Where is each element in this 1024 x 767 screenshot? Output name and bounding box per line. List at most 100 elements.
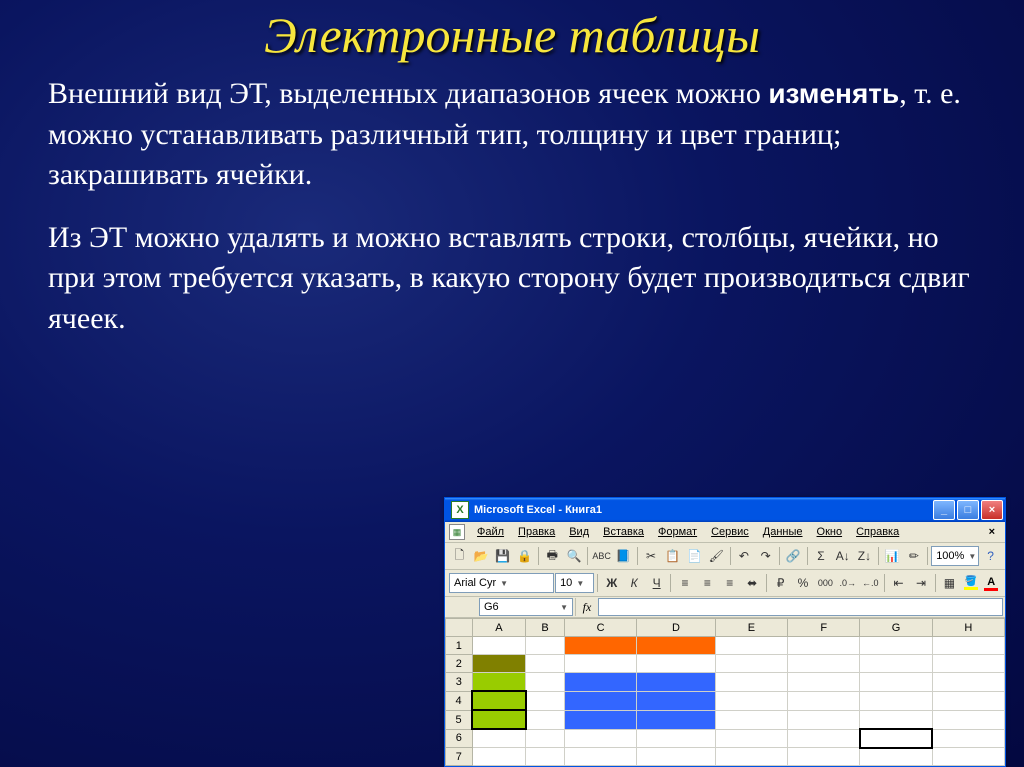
autosum-icon[interactable]: Σ xyxy=(811,545,832,567)
col-header-F[interactable]: F xyxy=(788,619,860,637)
increase-decimal-icon[interactable]: .0→ xyxy=(837,572,858,594)
menu-view[interactable]: Вид xyxy=(563,525,595,539)
cell[interactable] xyxy=(637,691,716,710)
row-header-4[interactable]: 4 xyxy=(446,691,473,710)
cell[interactable] xyxy=(932,655,1004,673)
row-header-3[interactable]: 3 xyxy=(446,673,473,692)
cell[interactable] xyxy=(472,710,525,729)
cell[interactable] xyxy=(526,673,565,692)
hyperlink-icon[interactable]: 🔗 xyxy=(783,545,804,567)
sort-asc-icon[interactable]: A↓ xyxy=(832,545,853,567)
cell[interactable] xyxy=(788,655,860,673)
research-icon[interactable]: 📘 xyxy=(613,545,634,567)
cut-icon[interactable]: ✂ xyxy=(641,545,662,567)
cell[interactable] xyxy=(788,637,860,655)
save-icon[interactable]: 💾 xyxy=(492,545,513,567)
cell[interactable] xyxy=(526,748,565,766)
increase-indent-icon[interactable]: ⇥ xyxy=(910,572,931,594)
font-color-button[interactable]: A xyxy=(981,573,1000,593)
cell[interactable] xyxy=(472,655,525,673)
menu-data[interactable]: Данные xyxy=(757,525,809,539)
cell[interactable] xyxy=(715,729,787,748)
active-cell[interactable] xyxy=(860,729,932,748)
cell[interactable] xyxy=(932,710,1004,729)
cell[interactable] xyxy=(715,637,787,655)
cell[interactable] xyxy=(860,691,932,710)
redo-icon[interactable]: ↷ xyxy=(755,545,776,567)
cell[interactable] xyxy=(860,655,932,673)
col-header-H[interactable]: H xyxy=(932,619,1004,637)
align-right-icon[interactable]: ≡ xyxy=(719,572,740,594)
row-header-5[interactable]: 5 xyxy=(446,710,473,729)
row-header-1[interactable]: 1 xyxy=(446,637,473,655)
align-left-icon[interactable]: ≡ xyxy=(674,572,695,594)
fx-button[interactable]: fx xyxy=(575,598,598,616)
menu-file[interactable]: Файл xyxy=(471,525,510,539)
cell[interactable] xyxy=(715,655,787,673)
cell[interactable] xyxy=(788,729,860,748)
cell[interactable] xyxy=(637,673,716,692)
fill-color-button[interactable]: 🪣 xyxy=(961,573,980,593)
cell[interactable] xyxy=(564,673,636,692)
minimize-button[interactable]: _ xyxy=(933,500,955,520)
col-header-A[interactable]: A xyxy=(472,619,525,637)
print-icon[interactable]: 🖶 xyxy=(542,545,563,567)
copy-icon[interactable]: 📋 xyxy=(662,545,683,567)
cell[interactable] xyxy=(715,673,787,692)
decrease-indent-icon[interactable]: ⇤ xyxy=(888,572,909,594)
comma-icon[interactable]: 000 xyxy=(815,572,836,594)
bold-button[interactable]: Ж xyxy=(601,572,622,594)
cell[interactable] xyxy=(715,691,787,710)
help-icon[interactable]: ? xyxy=(980,545,1001,567)
decrease-decimal-icon[interactable]: ←.0 xyxy=(860,572,881,594)
cell[interactable] xyxy=(932,729,1004,748)
merge-center-icon[interactable]: ⬌ xyxy=(742,572,763,594)
percent-icon[interactable]: % xyxy=(792,572,813,594)
cell[interactable] xyxy=(860,748,932,766)
paste-icon[interactable]: 📄 xyxy=(684,545,705,567)
align-center-icon[interactable]: ≡ xyxy=(697,572,718,594)
cell[interactable] xyxy=(526,655,565,673)
cell[interactable] xyxy=(715,710,787,729)
menu-edit[interactable]: Правка xyxy=(512,525,561,539)
cell[interactable] xyxy=(472,748,525,766)
cell[interactable] xyxy=(788,673,860,692)
cell[interactable] xyxy=(564,748,636,766)
borders-icon[interactable]: ▦ xyxy=(939,572,960,594)
doc-close-button[interactable]: × xyxy=(983,526,1001,538)
cell[interactable] xyxy=(932,748,1004,766)
cell[interactable] xyxy=(472,673,525,692)
cell[interactable] xyxy=(788,691,860,710)
undo-icon[interactable]: ↶ xyxy=(734,545,755,567)
menu-format[interactable]: Формат xyxy=(652,525,703,539)
sort-desc-icon[interactable]: Z↓ xyxy=(854,545,875,567)
cell[interactable] xyxy=(932,673,1004,692)
cell[interactable] xyxy=(860,673,932,692)
cell[interactable] xyxy=(860,710,932,729)
cell[interactable] xyxy=(788,748,860,766)
cell[interactable] xyxy=(472,729,525,748)
menu-help[interactable]: Справка xyxy=(850,525,905,539)
drawing-icon[interactable]: ✏ xyxy=(904,545,925,567)
menu-tools[interactable]: Сервис xyxy=(705,525,755,539)
close-button[interactable]: × xyxy=(981,500,1003,520)
row-header-7[interactable]: 7 xyxy=(446,748,473,766)
chart-icon[interactable]: 📊 xyxy=(882,545,903,567)
cell[interactable] xyxy=(637,748,716,766)
col-header-C[interactable]: C xyxy=(564,619,636,637)
zoom-combo[interactable]: 100% ▼ xyxy=(931,546,979,566)
cell[interactable] xyxy=(564,729,636,748)
cell[interactable] xyxy=(637,710,716,729)
col-header-G[interactable]: G xyxy=(860,619,932,637)
cell[interactable] xyxy=(526,691,565,710)
currency-icon[interactable]: ₽ xyxy=(770,572,791,594)
open-icon[interactable]: 📂 xyxy=(471,545,492,567)
cell[interactable] xyxy=(526,710,565,729)
col-header-D[interactable]: D xyxy=(637,619,716,637)
cell[interactable] xyxy=(564,637,636,655)
cell[interactable] xyxy=(932,637,1004,655)
cell[interactable] xyxy=(564,655,636,673)
col-header-E[interactable]: E xyxy=(715,619,787,637)
cell[interactable] xyxy=(932,691,1004,710)
font-name-combo[interactable]: Arial Cyr ▼ xyxy=(449,573,554,593)
